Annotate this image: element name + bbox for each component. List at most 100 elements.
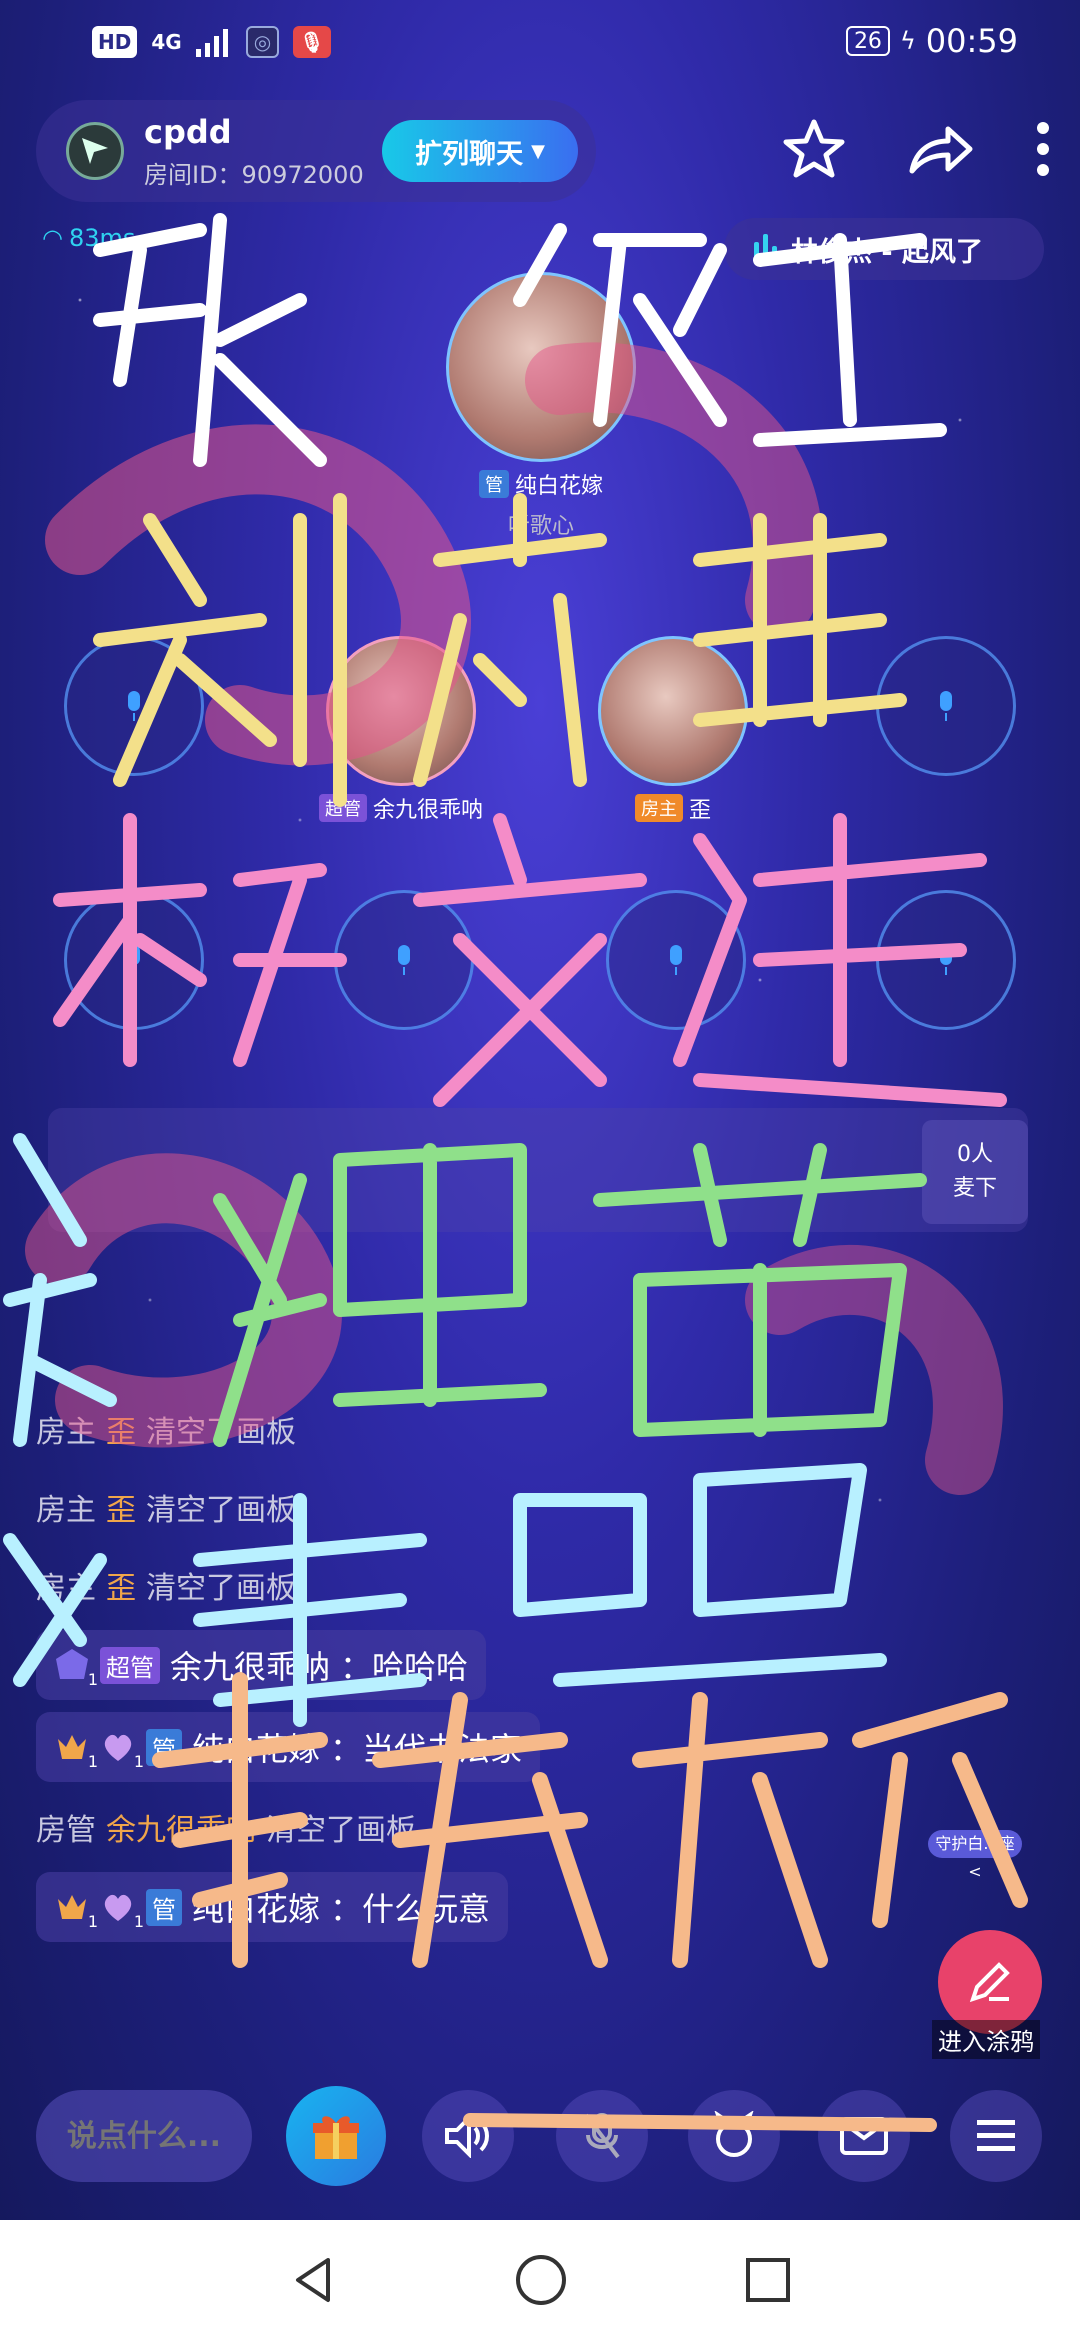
seat-6[interactable] <box>334 890 474 1030</box>
level-badge-icon: 1 <box>54 1647 98 1689</box>
gift-icon <box>313 2116 359 2159</box>
chat-log: 房主 歪 清空了画板 房主 歪 清空了画板 房主 歪 清空了画板 1 超管 余九… <box>36 1390 736 1948</box>
room-avatar[interactable] <box>66 122 124 180</box>
mic-icon <box>128 691 140 721</box>
system-user[interactable]: 歪 <box>106 1485 136 1529</box>
chat-text: ：当代书法家 <box>330 1730 523 1768</box>
empty-seat-circle[interactable] <box>64 890 204 1030</box>
graffiti-label: 进入涂鸦 <box>932 2020 1040 2059</box>
seat-1[interactable] <box>64 636 204 776</box>
seat-2[interactable]: 超管 余九很乖呐 <box>319 636 483 824</box>
now-playing-pill[interactable]: 林俊杰 - 起风了 <box>724 218 1044 280</box>
seat-name: 余九很乖呐 <box>373 798 484 823</box>
heart-badge-icon: 1 <box>100 1889 144 1931</box>
graffiti-button[interactable] <box>938 1930 1042 2034</box>
menu-icon <box>977 2120 1015 2151</box>
dropdown-arrow-icon: ▼ <box>531 140 545 162</box>
system-user[interactable]: 歪 <box>106 1563 136 1607</box>
chat-user[interactable]: 纯白花嫁 <box>192 1884 320 1930</box>
empty-seat-circle[interactable] <box>64 636 204 776</box>
empty-seat-circle[interactable] <box>606 890 746 1030</box>
message-button[interactable] <box>818 2090 910 2182</box>
now-playing-title: 林俊杰 - 起风了 <box>791 236 984 268</box>
speaker-icon <box>445 2114 489 2158</box>
chat-message[interactable]: 1 1 管 纯白花嫁 ：当代书法家 <box>36 1712 541 1782</box>
network-indicator: 4G <box>151 30 182 54</box>
chat-message[interactable]: 1 1 管 纯白花嫁 ：什么玩意 <box>36 1872 509 1942</box>
gift-button[interactable] <box>286 2086 386 2186</box>
chat-message[interactable]: 1 超管 余九很乖呐 ：哈哈哈 <box>36 1630 487 1700</box>
seat-avatar[interactable] <box>326 636 476 786</box>
speaker-button[interactable] <box>422 2090 514 2182</box>
bottom-toolbar <box>0 2086 1080 2190</box>
chat-user[interactable]: 纯白花嫁 <box>192 1724 320 1770</box>
level-number: 1 <box>87 1670 98 1689</box>
game-button[interactable] <box>688 2090 780 2182</box>
latency-indicator: ◠ 83ms <box>42 224 135 252</box>
hd-indicator: HD <box>92 26 138 58</box>
seat-3[interactable]: 房主 歪 <box>598 636 748 824</box>
share-icon[interactable] <box>906 121 976 177</box>
off-mic-area <box>48 1108 1028 1232</box>
recents-icon[interactable] <box>744 2256 792 2304</box>
seat-8[interactable] <box>876 890 1016 1030</box>
mute-mic-button[interactable] <box>556 2090 648 2182</box>
status-bar: HD 4G ◎ 🎙 26 ϟ 00:59 <box>0 0 1080 84</box>
mic-icon <box>398 945 410 975</box>
seat-avatar[interactable] <box>598 636 748 786</box>
system-role: 房主 <box>36 1415 96 1450</box>
chat-text: ：什么玩意 <box>330 1890 491 1928</box>
empty-seat-circle[interactable] <box>334 890 474 1030</box>
guard-seat-tag[interactable]: 守护白...座 < <box>928 1830 1022 1881</box>
off-mic-label: 麦下 <box>952 1176 997 1201</box>
host-status: 听歌心 <box>507 514 574 539</box>
seat-role-tag: 房主 <box>634 794 683 822</box>
mic-icon <box>128 945 140 975</box>
off-mic-count-button[interactable]: 0人 麦下 <box>922 1120 1028 1224</box>
room-id: 房间ID：90972000 <box>144 160 364 189</box>
chat-user[interactable]: 余九很乖呐 <box>170 1642 330 1688</box>
system-action: 清空了画板 <box>146 1415 296 1450</box>
system-user[interactable]: 余九很乖呐 <box>106 1805 256 1849</box>
system-message: 房主 歪 清空了画板 <box>36 1468 736 1546</box>
host-avatar[interactable] <box>446 272 636 462</box>
graffiti-blob-stroke <box>745 1244 1003 1495</box>
level-number: 1 <box>87 1912 98 1931</box>
system-message: 房管 余九很乖呐 清空了画板 <box>36 1788 736 1866</box>
seat-7[interactable] <box>606 890 746 1030</box>
battery-indicator: 26 <box>845 26 890 56</box>
empty-seat-circle[interactable] <box>876 636 1016 776</box>
seat-5[interactable] <box>64 890 204 1030</box>
clock: 00:59 <box>925 22 1018 60</box>
mic-icon <box>940 945 952 975</box>
menu-button[interactable] <box>950 2090 1042 2182</box>
system-role: 房主 <box>36 1571 96 1606</box>
graffiti-stroke-white <box>93 213 327 467</box>
seat-role-tag: 超管 <box>319 794 367 822</box>
room-name: cpdd <box>144 112 232 151</box>
chat-role-tag: 超管 <box>100 1646 160 1684</box>
system-navigation-bar <box>0 2220 1080 2340</box>
system-action: 清空了画板 <box>146 1493 296 1528</box>
seat-name: 歪 <box>688 798 711 823</box>
music-bars-icon <box>754 234 777 264</box>
system-user[interactable]: 歪 <box>106 1407 136 1451</box>
wifi-icon: ◠ <box>42 224 63 252</box>
crown-badge-icon: 1 <box>54 1889 98 1931</box>
seat-4[interactable] <box>876 636 1016 776</box>
system-role: 房主 <box>36 1493 96 1528</box>
mic-icon <box>670 945 682 975</box>
chat-role-tag: 管 <box>146 1888 182 1926</box>
expand-chat-button[interactable]: 扩列聊天 ▼ <box>382 120 578 182</box>
level-number: 1 <box>87 1752 98 1771</box>
favorite-star-icon[interactable] <box>782 118 846 180</box>
more-options-icon[interactable] <box>1036 121 1050 177</box>
back-icon[interactable] <box>288 2255 338 2305</box>
empty-seat-circle[interactable] <box>876 890 1016 1030</box>
mic-off-icon <box>584 2113 620 2159</box>
message-input[interactable] <box>36 2090 252 2182</box>
home-icon[interactable] <box>514 2253 568 2307</box>
room-logo-icon <box>82 138 108 164</box>
host-seat[interactable]: 管 纯白花嫁 听歌心 <box>446 272 636 540</box>
system-action: 清空了画板 <box>266 1813 416 1848</box>
